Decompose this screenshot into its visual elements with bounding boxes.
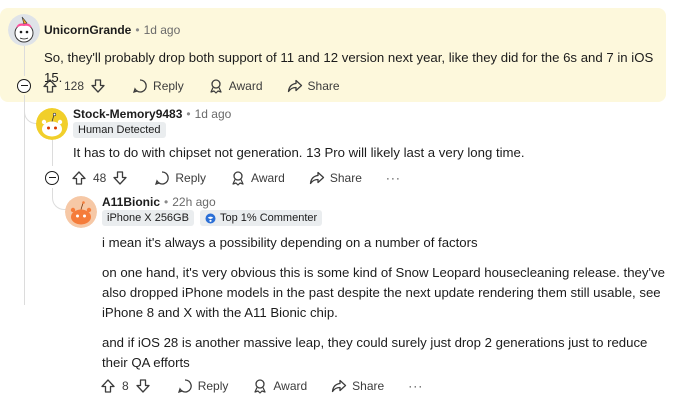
award-label: Award <box>228 79 263 93</box>
upvote-icon[interactable] <box>100 378 116 394</box>
timestamp[interactable]: 1d ago <box>144 23 181 37</box>
avatar[interactable] <box>8 14 40 46</box>
reply-label: Reply <box>153 79 184 93</box>
author-name[interactable]: A11Bionic <box>102 195 160 209</box>
collapse-icon[interactable] <box>17 79 31 93</box>
vote-group: 48 <box>71 170 128 186</box>
collapse-icon[interactable] <box>45 171 59 185</box>
vote-group: 8 <box>100 378 151 394</box>
award-label: Award <box>251 171 285 185</box>
user-flair-row: Human Detected <box>73 122 166 138</box>
downvote-icon[interactable] <box>90 78 106 94</box>
author-name[interactable]: Stock-Memory9483 <box>73 107 182 121</box>
reply-icon <box>177 379 192 393</box>
thread-line <box>52 140 53 166</box>
vote-count: 128 <box>64 79 85 93</box>
thread-line <box>24 95 25 305</box>
avatar[interactable] <box>65 196 97 228</box>
share-icon <box>332 379 347 393</box>
share-icon <box>309 171 324 185</box>
reply-label: Reply <box>175 171 207 185</box>
share-label: Share <box>329 171 362 185</box>
award-button[interactable]: Award <box>230 170 285 186</box>
thread-curve <box>52 196 66 210</box>
vote-count: 48 <box>93 171 107 185</box>
award-label: Award <box>273 379 308 393</box>
timestamp[interactable]: 1d ago <box>195 107 232 121</box>
award-icon <box>254 379 266 394</box>
share-button[interactable]: Share <box>309 170 362 186</box>
separator-dot: • <box>164 195 169 209</box>
upvote-icon[interactable] <box>42 78 58 94</box>
avatar[interactable] <box>36 108 68 140</box>
comment-paragraph: and if iOS 28 is another massive leap, t… <box>102 335 648 370</box>
more-icon[interactable]: ··· <box>408 379 423 393</box>
downvote-icon[interactable] <box>135 378 151 394</box>
comment-body: It has to do with chipset not generation… <box>73 145 525 160</box>
downvote-icon[interactable] <box>112 170 128 186</box>
reply-button[interactable]: Reply <box>132 78 184 94</box>
share-button[interactable]: Share <box>331 378 384 394</box>
comment-paragraph: i mean it's always a possibility dependi… <box>102 235 478 250</box>
reply-button[interactable]: Reply <box>177 378 229 394</box>
comment-actions: 128 Reply Award Share <box>42 78 364 94</box>
comment-meta: UnicornGrande • 1d ago <box>44 23 180 37</box>
more-icon[interactable]: ··· <box>386 171 401 185</box>
comment-meta: Stock-Memory9483 • 1d ago <box>73 107 231 121</box>
vote-group: 128 <box>42 78 106 94</box>
share-icon <box>287 79 302 93</box>
separator-dot: • <box>186 107 191 121</box>
award-button[interactable]: Award <box>252 378 307 394</box>
reply-icon <box>133 79 147 93</box>
comment-actions: 48 Reply Award Share ··· <box>71 170 401 186</box>
share-button[interactable]: Share <box>287 78 340 94</box>
separator-dot: • <box>135 23 140 37</box>
reply-button[interactable]: Reply <box>154 170 206 186</box>
comment-meta: A11Bionic • 22h ago <box>102 195 216 209</box>
upvote-icon[interactable] <box>71 170 87 186</box>
award-icon <box>232 171 244 186</box>
share-label: Share <box>352 379 385 393</box>
user-flair: Human Detected <box>73 122 166 138</box>
commenter-badge-icon <box>205 213 216 223</box>
timestamp[interactable]: 22h ago <box>172 195 215 209</box>
comment-actions: 8 Reply Award Share ··· <box>100 378 423 394</box>
top-commenter-label: Top 1% Commenter <box>219 212 318 224</box>
thread-line <box>24 46 25 76</box>
top-commenter-badge: Top 1% Commenter <box>199 210 323 226</box>
reply-label: Reply <box>197 379 229 393</box>
award-button[interactable]: Award <box>208 78 263 94</box>
vote-count: 8 <box>122 379 129 393</box>
award-icon <box>210 79 222 94</box>
author-name[interactable]: UnicornGrande <box>44 23 131 37</box>
user-flair-row: iPhone X 256GB Top 1% Commenter <box>102 210 323 226</box>
comment-paragraph: on one hand, it's very obvious this is s… <box>102 265 665 320</box>
share-label: Share <box>307 79 340 93</box>
reply-icon <box>155 171 170 185</box>
user-flair: iPhone X 256GB <box>102 210 194 226</box>
